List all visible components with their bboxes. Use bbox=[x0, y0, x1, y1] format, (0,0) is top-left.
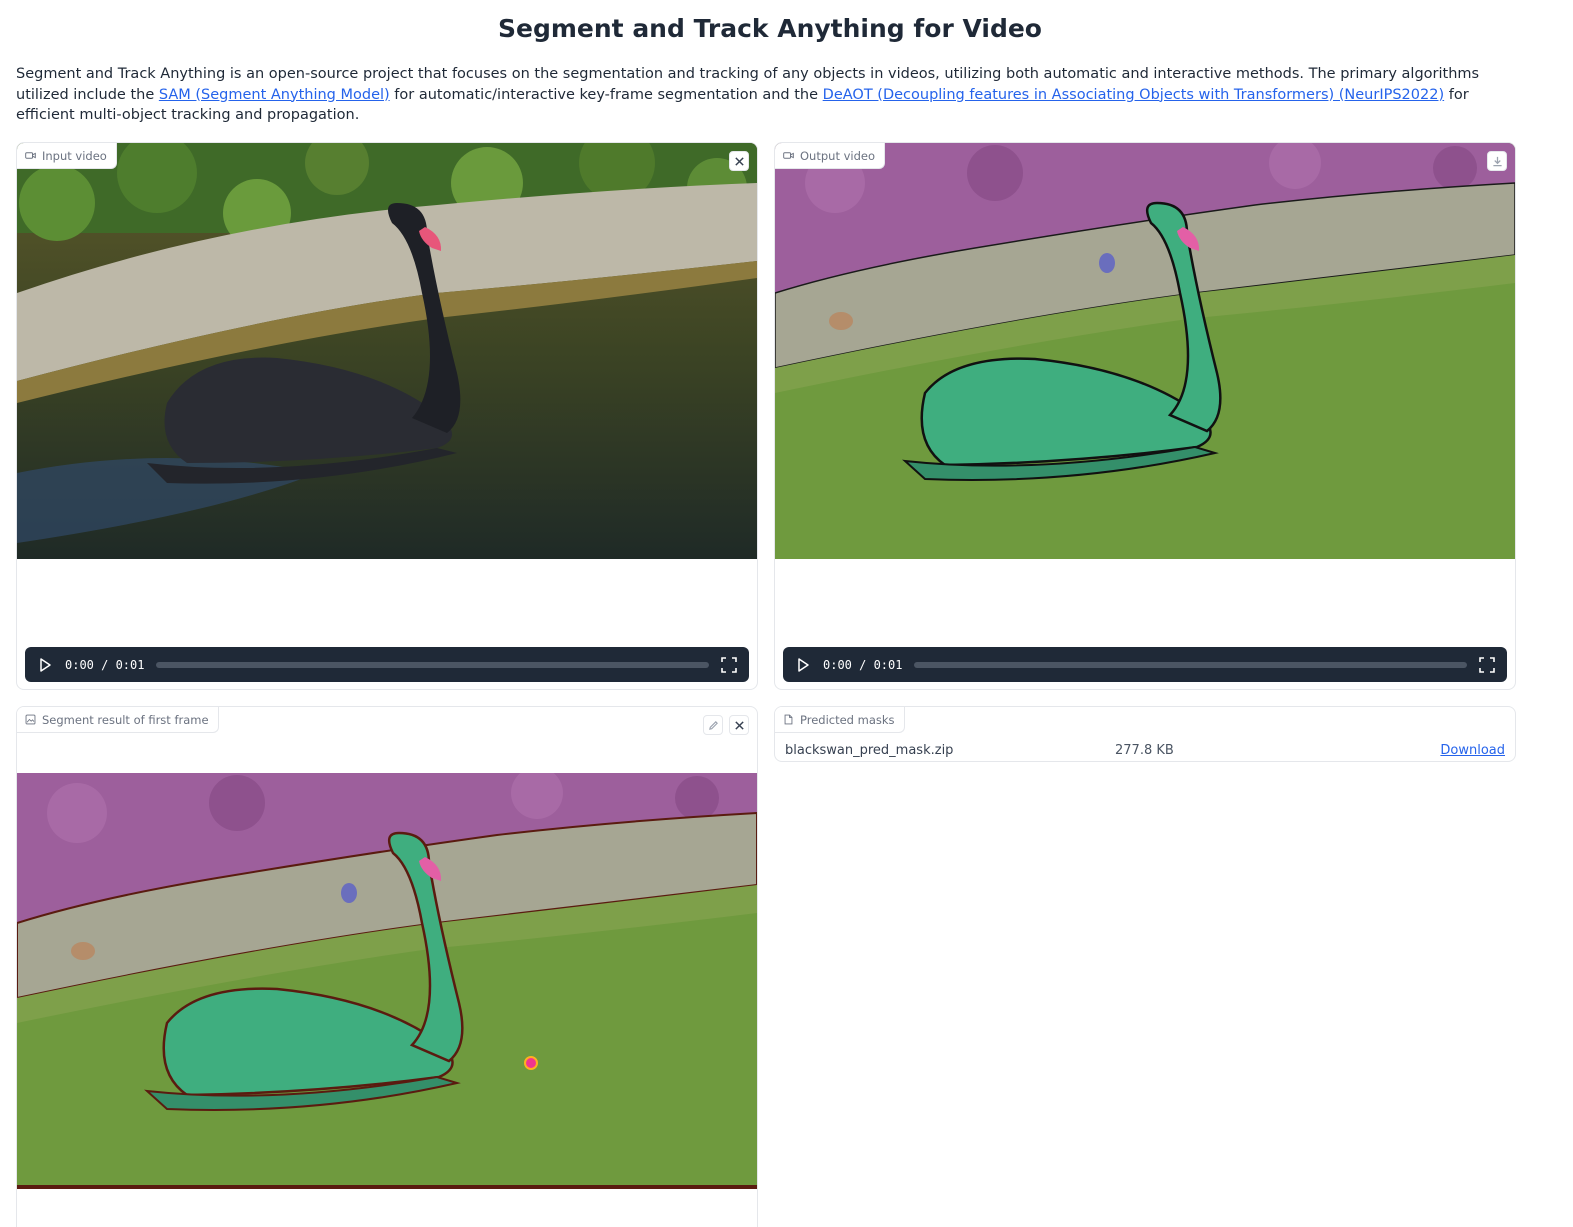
image-icon bbox=[25, 714, 36, 725]
intro-part2: for automatic/interactive key-frame segm… bbox=[389, 86, 823, 103]
fullscreen-icon[interactable] bbox=[1479, 656, 1495, 673]
file-size: 277.8 KB bbox=[1115, 742, 1174, 758]
input-video-player-controls: 0:00 / 0:01 bbox=[25, 647, 749, 682]
segment-result-panel: Segment result of first frame bbox=[16, 706, 758, 1227]
segment-result-label: Segment result of first frame bbox=[17, 707, 219, 733]
input-video-progress-bar[interactable] bbox=[156, 661, 709, 668]
intro-text: Segment and Track Anything is an open-so… bbox=[16, 64, 1521, 126]
segment-result-image[interactable] bbox=[17, 773, 757, 1189]
download-icon bbox=[1492, 156, 1502, 166]
input-video-time: 0:00 / 0:01 bbox=[65, 657, 145, 672]
file-name: blackswan_pred_mask.zip bbox=[785, 742, 954, 758]
output-video-label-text: Output video bbox=[800, 148, 876, 163]
predicted-masks-panel: Predicted masks blackswan_pred_mask.zip … bbox=[774, 706, 1516, 762]
close-icon bbox=[734, 720, 744, 730]
input-video-frame[interactable] bbox=[17, 143, 757, 559]
fullscreen-icon[interactable] bbox=[721, 656, 737, 673]
click-point-marker bbox=[524, 1056, 538, 1070]
segment-result-label-text: Segment result of first frame bbox=[42, 712, 209, 727]
output-video-time: 0:00 / 0:01 bbox=[823, 657, 903, 672]
output-video-frame[interactable] bbox=[775, 143, 1515, 559]
input-video-clear-button[interactable] bbox=[729, 151, 749, 171]
deaot-link[interactable]: DeAOT (Decoupling features in Associatin… bbox=[823, 87, 1444, 103]
output-video-player-controls: 0:00 / 0:01 bbox=[783, 647, 1507, 682]
play-icon[interactable] bbox=[37, 657, 53, 673]
output-video-panel: Output video 0:00 / 0:01 bbox=[774, 142, 1516, 690]
input-video-panel: Input video 0:00 / 0:01 bbox=[16, 142, 758, 690]
pencil-icon bbox=[708, 720, 718, 730]
file-row: blackswan_pred_mask.zip 277.8 KB Downloa… bbox=[785, 739, 1505, 761]
predicted-masks-label: Predicted masks bbox=[775, 707, 905, 733]
output-video-download-button[interactable] bbox=[1487, 151, 1507, 171]
file-icon bbox=[784, 714, 793, 725]
video-camera-icon bbox=[25, 152, 36, 159]
video-camera-icon bbox=[783, 152, 794, 159]
segment-result-edit-button[interactable] bbox=[703, 715, 723, 735]
input-video-label: Input video bbox=[17, 143, 117, 169]
play-icon[interactable] bbox=[795, 657, 811, 673]
segment-result-clear-button[interactable] bbox=[729, 715, 749, 735]
input-video-label-text: Input video bbox=[42, 148, 107, 163]
output-video-label: Output video bbox=[775, 143, 886, 169]
output-video-progress-bar[interactable] bbox=[914, 661, 1467, 668]
predicted-masks-label-text: Predicted masks bbox=[800, 712, 895, 727]
sam-link[interactable]: SAM (Segment Anything Model) bbox=[159, 87, 390, 103]
download-link[interactable]: Download bbox=[1440, 743, 1505, 758]
close-icon bbox=[734, 156, 744, 166]
page-title: Segment and Track Anything for Video bbox=[498, 14, 1042, 43]
